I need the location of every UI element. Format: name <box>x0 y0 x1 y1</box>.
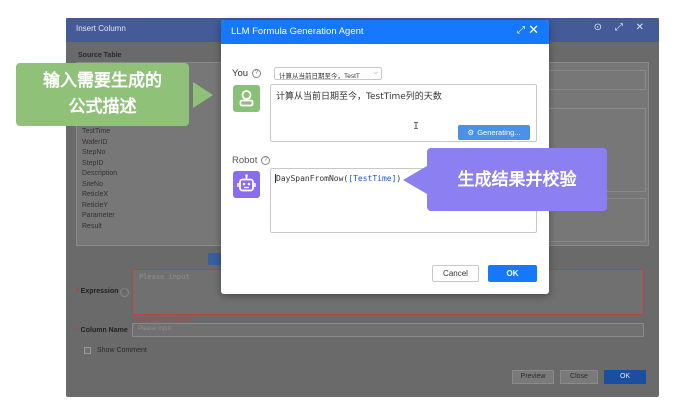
show-comment-toggle[interactable]: Show Comment <box>84 347 147 354</box>
expand-icon[interactable]: ⤢ <box>517 25 525 36</box>
checkbox-icon[interactable] <box>84 347 91 354</box>
insert-column-title: Insert Column <box>76 24 126 33</box>
cancel-button[interactable]: Cancel <box>432 265 479 282</box>
prompt-input[interactable]: 计算从当前日期至今，TestTime列的天数 I ⚙ Generating... <box>270 84 537 142</box>
close-button[interactable]: Close <box>560 370 598 384</box>
field-item[interactable]: ReticleX <box>82 190 117 201</box>
dialog-title: LLM Formula Generation Agent <box>231 26 364 37</box>
user-avatar <box>233 85 260 112</box>
column-name-placeholder: Please input <box>138 326 172 332</box>
ok-button[interactable]: OK <box>488 265 537 282</box>
help-icon[interactable]: ? <box>261 156 271 165</box>
column-name-input[interactable]: Please input <box>132 323 644 337</box>
expression-placeholder: Please input <box>139 273 190 281</box>
show-comment-label: Show Comment <box>97 347 147 354</box>
callout-arrow-right-icon <box>193 82 213 108</box>
formula-field-ref: [TestTime] <box>348 174 397 183</box>
callout-arrow-left-icon <box>403 166 427 194</box>
field-item[interactable]: Parameter <box>82 211 117 222</box>
field-list: TestTime WaferID StepNo StepID Descripti… <box>82 127 117 232</box>
you-label: You? <box>232 68 262 79</box>
formula-code: DaySpanFromNow([TestTime]) <box>275 174 402 183</box>
help-icon[interactable]: ? <box>252 69 262 78</box>
generate-validate-callout: 生成结果并校验 <box>427 148 607 211</box>
robot-label: Robot? <box>232 155 271 166</box>
screenshot-stage: Insert Column ⊙ ⤢ ✕ Source Table TestTim… <box>0 0 685 418</box>
callout-line: 公式描述 <box>68 97 137 116</box>
prompt-history-select[interactable]: 计算从当前日期至今，TestT ⌵ <box>274 67 382 80</box>
user-icon <box>239 90 254 107</box>
field-item[interactable]: StepNo <box>82 148 117 159</box>
column-name-label: * Column Name <box>76 327 128 334</box>
gear-icon: ⚙ <box>467 128 475 137</box>
preview-button[interactable]: Preview <box>512 370 554 384</box>
field-item[interactable]: ReticleY <box>82 201 117 212</box>
callout-line: 输入需要生成的 <box>43 71 162 90</box>
text-cursor-icon: I <box>413 121 420 132</box>
field-item[interactable]: Description <box>82 169 117 180</box>
generating-button[interactable]: ⚙ Generating... <box>458 125 530 140</box>
field-item[interactable]: SiteNo <box>82 180 117 191</box>
prompt-text: 计算从当前日期至今，TestTime列的天数 <box>276 92 442 102</box>
robot-avatar <box>233 171 260 198</box>
dialog-header: LLM Formula Generation Agent ⤢ ✕ <box>221 20 549 44</box>
help-icon: ? <box>120 288 130 297</box>
field-item[interactable]: WaferID <box>82 138 117 149</box>
robot-icon <box>237 174 256 192</box>
source-table-label: Source Table <box>78 52 122 59</box>
field-item[interactable]: StepID <box>82 159 117 170</box>
input-description-callout: 输入需要生成的 公式描述 <box>16 63 189 126</box>
chevron-down-icon: ⌵ <box>373 70 378 76</box>
ok-button-background[interactable]: OK <box>604 370 646 384</box>
expression-label: * Expression ? <box>76 288 130 297</box>
field-item[interactable]: Result <box>82 222 117 233</box>
field-item[interactable]: TestTime <box>82 127 117 138</box>
close-icon[interactable]: ✕ <box>528 23 539 37</box>
window-controls[interactable]: ⊙ ⤢ ✕ <box>594 22 649 33</box>
